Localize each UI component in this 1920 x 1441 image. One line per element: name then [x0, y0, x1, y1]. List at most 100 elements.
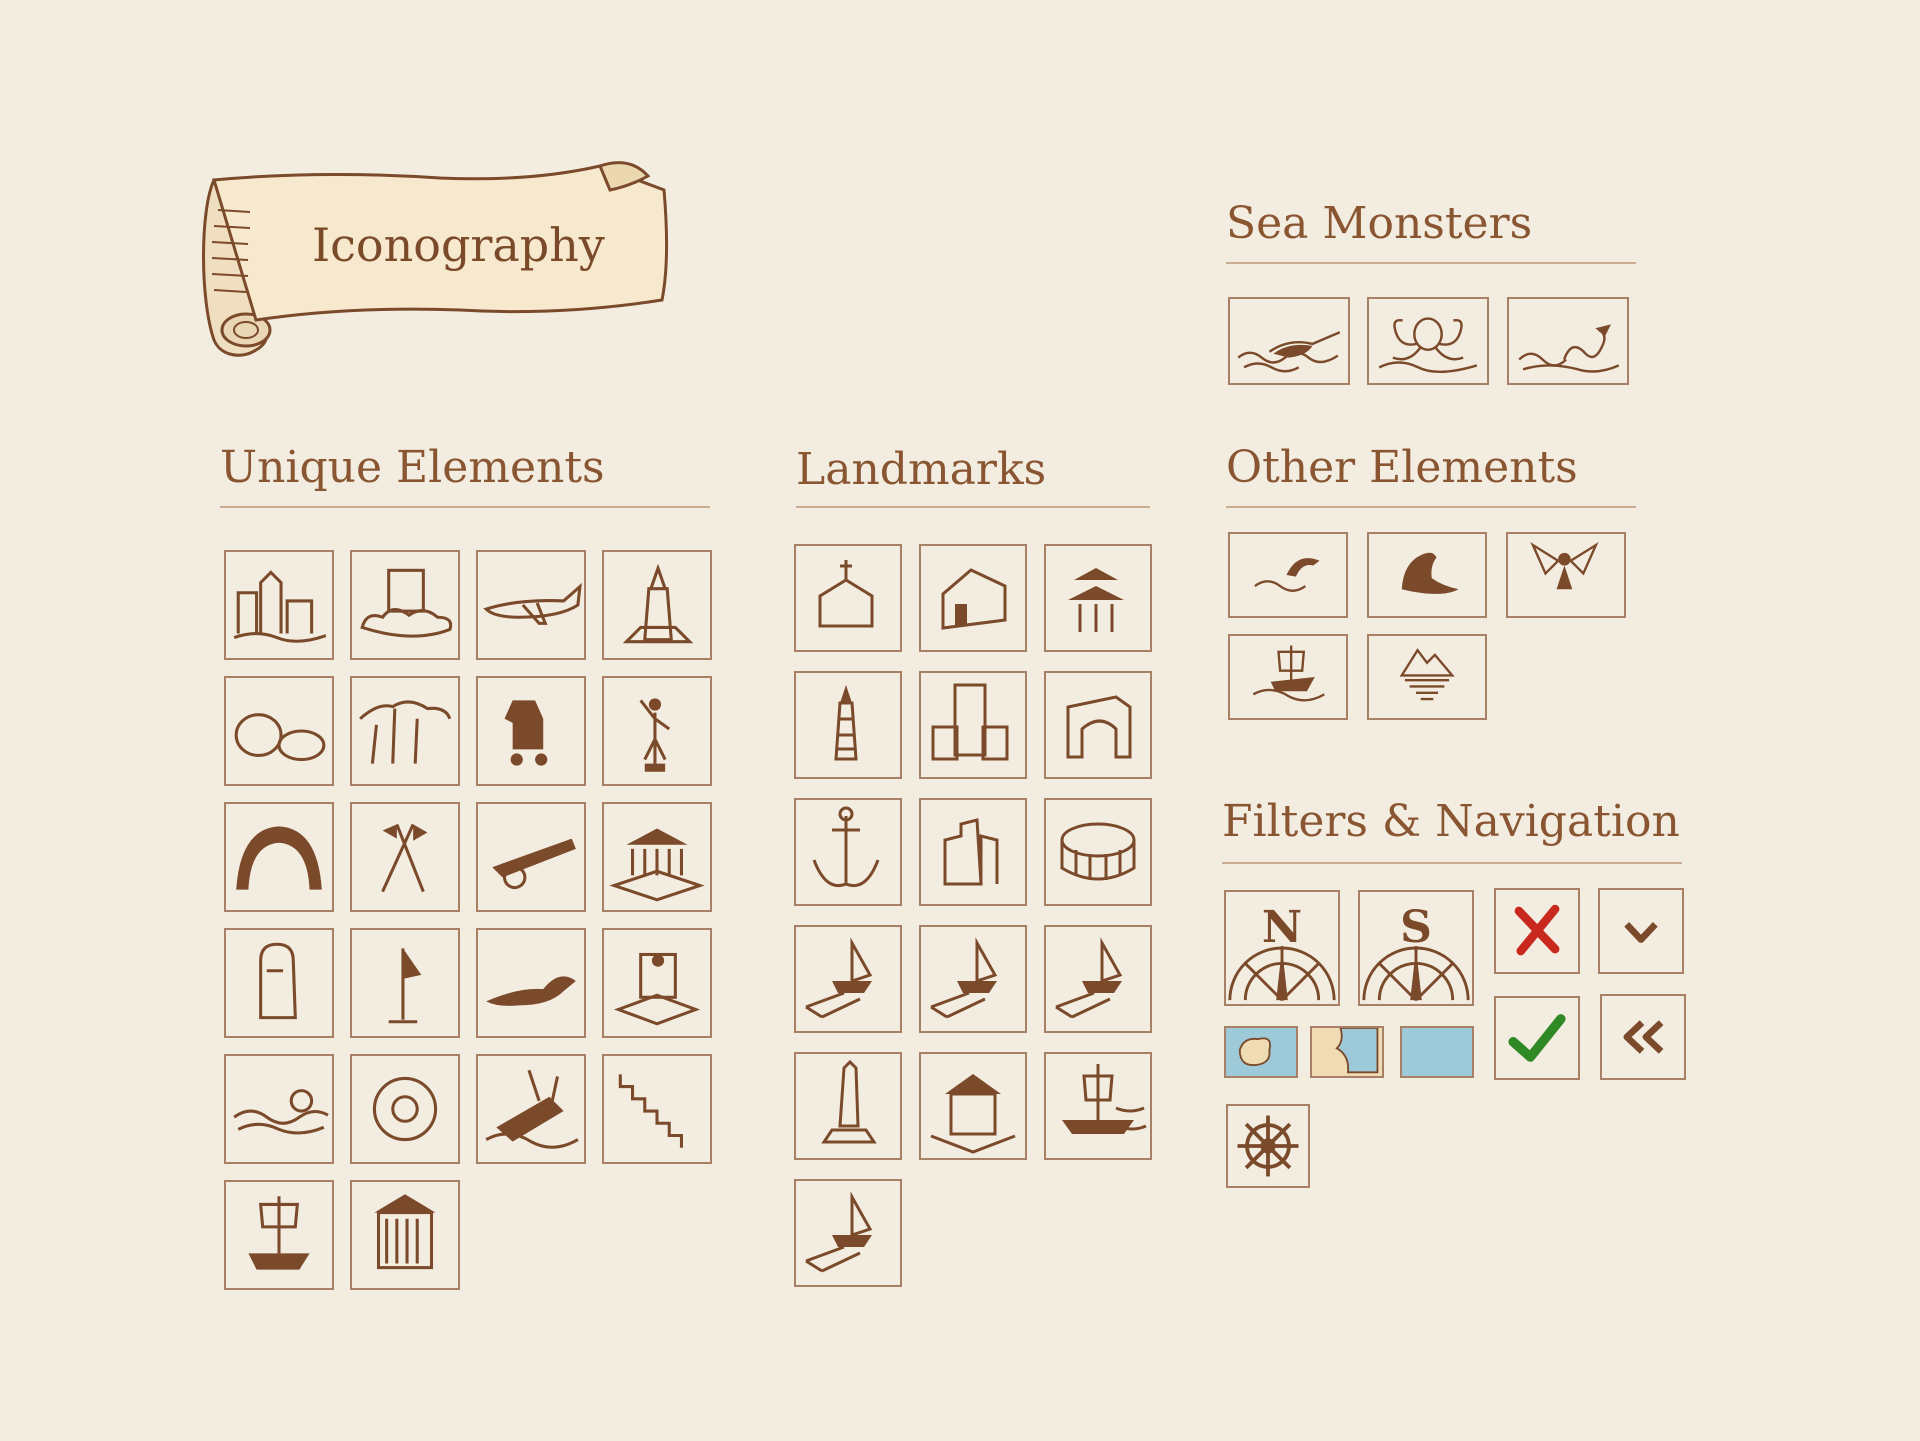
sinking-ship-icon[interactable] — [476, 1054, 586, 1164]
church-icon — [818, 560, 874, 628]
kraken-icon[interactable] — [1367, 297, 1489, 385]
house-icon — [941, 568, 1007, 630]
zigzag-wall-icon[interactable] — [602, 1054, 712, 1164]
seal-icon[interactable] — [1367, 532, 1487, 618]
trojan-horse-icon[interactable] — [476, 676, 586, 786]
baobab-trees-icon[interactable] — [350, 676, 460, 786]
stones-icon[interactable] — [224, 676, 334, 786]
lizard-icon[interactable] — [476, 928, 586, 1038]
sailing-ship-icon[interactable] — [1044, 1052, 1152, 1160]
colosseum-icon[interactable] — [1044, 798, 1152, 906]
moai-icon — [259, 942, 297, 1020]
expand-button[interactable] — [1598, 888, 1684, 974]
gate-icon — [1066, 695, 1132, 759]
lighthouse-tower-icon — [622, 563, 694, 644]
ship-wheel-icon — [1237, 1115, 1299, 1177]
dolphin-icon[interactable] — [1228, 532, 1348, 618]
ship-wheel-button[interactable] — [1226, 1104, 1310, 1188]
section-title-other-elements: Other Elements — [1226, 442, 1578, 493]
port-ship-icon — [1055, 937, 1123, 1019]
seal-icon — [1401, 552, 1459, 594]
port-ship-icon[interactable] — [794, 1179, 902, 1287]
statue-icon[interactable] — [602, 676, 712, 786]
green-check-icon — [1508, 1014, 1566, 1062]
port-ship-icon[interactable] — [919, 925, 1027, 1033]
page-title: Iconography — [312, 218, 605, 272]
pagoda-icon[interactable] — [1044, 544, 1152, 652]
cloud-temple-icon — [360, 568, 453, 638]
section-title-filters-navigation: Filters & Navigation — [1222, 796, 1680, 847]
section-divider — [1222, 862, 1682, 864]
narwhal-icon[interactable] — [1228, 297, 1350, 385]
obelisk-icon[interactable] — [794, 1052, 902, 1160]
demon-icon[interactable] — [1506, 532, 1626, 618]
gate-icon[interactable] — [1044, 671, 1152, 779]
ship-waves-icon[interactable] — [1228, 634, 1348, 720]
iceberg-icon[interactable] — [1367, 634, 1487, 720]
lighthouse-tower-icon[interactable] — [602, 550, 712, 660]
church-icon[interactable] — [794, 544, 902, 652]
temple-icon — [609, 828, 705, 902]
back-button[interactable] — [1600, 994, 1686, 1080]
airplane-icon[interactable] — [476, 550, 586, 660]
island-shape — [1238, 1037, 1271, 1067]
close-button[interactable] — [1494, 888, 1580, 974]
arch-bridge-icon[interactable] — [224, 802, 334, 912]
stone-wheel-icon — [372, 1076, 438, 1142]
moai-icon[interactable] — [224, 928, 334, 1038]
port-ship-icon[interactable] — [1044, 925, 1152, 1033]
lizard-icon — [486, 976, 576, 1006]
section-divider — [796, 506, 1150, 508]
section-divider — [220, 506, 710, 508]
house-icon[interactable] — [919, 544, 1027, 652]
mausoleum-icon[interactable] — [350, 1180, 460, 1290]
throne-statue-icon[interactable] — [602, 928, 712, 1038]
lighthouse-icon[interactable] — [794, 671, 902, 779]
sinking-ship-icon — [485, 1069, 579, 1149]
castle-icon — [931, 683, 1009, 761]
port-ship-icon[interactable] — [794, 925, 902, 1033]
temple-icon[interactable] — [602, 802, 712, 912]
ruin-icon — [943, 818, 999, 886]
castle-icon[interactable] — [919, 671, 1027, 779]
compass-north-button[interactable]: N — [1224, 890, 1340, 1006]
shipwreck-waves-icon[interactable] — [224, 1054, 334, 1164]
shrine-icon[interactable] — [919, 1052, 1027, 1160]
compass-south-button[interactable]: S — [1358, 890, 1474, 1006]
coast-swatch[interactable] — [1310, 1026, 1384, 1078]
section-divider — [1226, 506, 1636, 508]
coast-shape — [1335, 1027, 1379, 1074]
double-chevron-left-icon — [1623, 1020, 1664, 1054]
airplane-icon — [483, 582, 582, 625]
harbor-town-icon[interactable] — [224, 550, 334, 660]
island-swatch[interactable] — [1224, 1026, 1298, 1078]
mausoleum-icon — [374, 1194, 436, 1270]
ruin-icon[interactable] — [919, 798, 1027, 906]
cloud-temple-icon[interactable] — [350, 550, 460, 660]
section-title-unique-elements: Unique Elements — [220, 442, 605, 493]
statue-icon — [639, 698, 671, 772]
galleon-icon[interactable] — [224, 1180, 334, 1290]
compass-south-label: S — [1400, 902, 1432, 953]
anchor-icon[interactable] — [794, 798, 902, 906]
sea-serpent-icon[interactable] — [1507, 297, 1629, 385]
port-ship-icon — [805, 1191, 873, 1273]
ship-waves-icon — [1252, 645, 1325, 702]
section-title-landmarks: Landmarks — [796, 444, 1047, 495]
shrine-icon — [930, 1074, 1016, 1154]
chevron-down-icon — [1624, 922, 1658, 943]
cannon-icon[interactable] — [476, 802, 586, 912]
throne-statue-icon — [613, 952, 701, 1026]
sea-swatch[interactable] — [1400, 1026, 1474, 1078]
compass-north-label: N — [1261, 902, 1303, 953]
pagoda-icon — [1068, 556, 1124, 632]
confirm-button[interactable] — [1494, 996, 1580, 1080]
flag-icon[interactable] — [350, 928, 460, 1038]
dolphin-icon — [1254, 558, 1320, 592]
harbor-town-icon — [233, 570, 327, 643]
baobab-trees-icon — [359, 700, 452, 764]
shipwreck-waves-icon — [233, 1089, 329, 1135]
port-ship-icon — [805, 937, 873, 1019]
crossed-flags-icon[interactable] — [350, 802, 460, 912]
stone-wheel-icon[interactable] — [350, 1054, 460, 1164]
